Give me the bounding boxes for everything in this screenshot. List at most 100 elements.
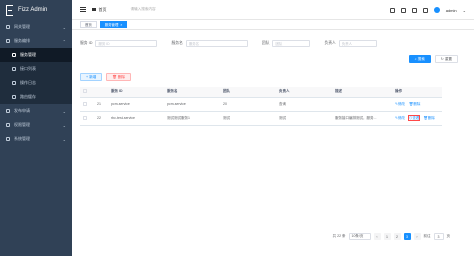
delete-link-label: 删除 (427, 115, 435, 120)
table-row: 21 pcm-service pcm-service 20 查询 ✎修改 🗑删除 (80, 97, 442, 112)
page-size-select[interactable]: 10条/页 (348, 233, 371, 240)
cell-team: 测试 (220, 111, 276, 126)
page-size-value: 10条/页 (351, 234, 364, 238)
row-checkbox[interactable] (83, 115, 87, 120)
delete-link[interactable]: 🗑删除 (423, 116, 434, 120)
next-page-button[interactable]: › (413, 233, 421, 240)
fullscreen-icon[interactable] (389, 7, 395, 13)
cell-service-id: rbc-test-service (108, 111, 164, 126)
theme-icon[interactable] (422, 7, 428, 13)
sidebar-item-api-list[interactable]: 接口列表 (0, 62, 72, 76)
navbar-right: admin ⌄ (389, 0, 466, 20)
avatar[interactable] (433, 7, 440, 13)
goto-unit: 页 (446, 234, 451, 238)
sidebar-item-system[interactable]: 系统管理 ⌄ (0, 132, 72, 146)
select-all-checkbox[interactable] (83, 89, 87, 94)
table-row: 22 rbc-test-service 测试测试服务1 测试 测试 服务接口编排… (80, 111, 442, 126)
close-icon[interactable]: × (120, 23, 122, 27)
cell-desc (332, 97, 392, 112)
table-header: 服务 ID 服务名 团队 负责人 描述 操作 (80, 87, 442, 98)
sidebar-item-service-manage[interactable]: 服务管理 (0, 48, 72, 62)
owner-input[interactable]: 负责人 (338, 39, 377, 47)
service-name-label: 服务名 (171, 40, 183, 45)
reset-button[interactable]: ↻ 重置 (434, 55, 458, 63)
delete-button[interactable]: 🗑 删除 (106, 73, 132, 81)
row-index: 22 (94, 111, 108, 126)
sidebar-item-route-cache[interactable]: 路由缓存 (0, 90, 72, 104)
submenu: 服务管理 接口列表 操作日志 路由缓存 (0, 48, 72, 104)
sidebar-item-release[interactable]: 发布申请 ⌄ (0, 104, 72, 118)
tag-home[interactable]: 首页 (80, 21, 97, 28)
team-input[interactable]: 团队 (272, 39, 311, 47)
search-button[interactable]: ⌕ 搜索 (408, 55, 431, 63)
chevron-up-icon: ⌃ (62, 38, 66, 44)
page-button-current[interactable]: 3 (403, 233, 411, 240)
edit-link-label: 修改 (397, 115, 405, 120)
breadcrumb-home[interactable]: 首页 (99, 7, 107, 13)
bell-icon[interactable] (411, 7, 417, 13)
service-id-label: 服务 ID (80, 40, 93, 45)
gateway-icon (6, 25, 10, 29)
sidebar-item-permission[interactable]: 权限管理 ⌄ (0, 118, 72, 132)
sidebar-item-gateway[interactable]: 网关管理 ⌄ (0, 20, 72, 34)
service-name-input[interactable]: 服务名 (185, 39, 248, 47)
sidebar-item-label: 路由缓存 (20, 94, 36, 99)
goto-page-input[interactable]: 3 (433, 233, 444, 240)
header-search-input[interactable]: 请输入搜索内容 (131, 7, 156, 12)
cache-icon (12, 95, 16, 99)
edit-link-label: 修改 (397, 101, 405, 106)
chevron-down-icon: ⌄ (62, 136, 66, 142)
sidebar-item-label: 网关管理 (14, 24, 30, 29)
sidebar-item-label: 系统管理 (14, 136, 30, 141)
page-button[interactable]: 2 (393, 233, 401, 240)
cell-owner: 查询 (276, 97, 332, 112)
cell-actions: ✎修改 🗑删除 (392, 97, 442, 112)
row-select[interactable] (80, 97, 94, 112)
chevron-down-icon: ⌄ (62, 24, 66, 30)
edit-link[interactable]: ✎修改 (395, 102, 405, 106)
goto-label: 前往 (423, 234, 431, 238)
cell-owner: 测试 (276, 111, 332, 126)
lock-icon[interactable] (400, 7, 406, 13)
page-button[interactable]: 1 (383, 233, 391, 240)
sidebar: Fizz Admin 网关管理 ⌄ 服务编排 ⌃ 服务管理 接口列表 操作日志 … (0, 0, 72, 256)
filter-form: 服务 ID 服务 ID 服务名 服务名 团队 团队 负责人 负责人 (80, 38, 466, 48)
service-icon (12, 53, 16, 57)
add-button[interactable]: + 新增 (80, 73, 103, 81)
col-index (94, 87, 108, 98)
tag-label: 首页 (85, 23, 92, 27)
username[interactable]: admin (446, 8, 457, 13)
sidebar-item-label: 接口列表 (20, 66, 36, 71)
sidebar-item-label: 操作日志 (20, 80, 36, 85)
list-icon (12, 67, 16, 71)
service-id-input[interactable]: 服务 ID (95, 39, 158, 47)
app-title: Fizz Admin (18, 7, 48, 13)
sidebar-item-oplog[interactable]: 操作日志 (0, 76, 72, 90)
cell-desc: 服务接口编排测试，服务... (332, 111, 392, 126)
main-content: 服务 ID 服务 ID 服务名 服务名 团队 团队 负责人 负责人 (72, 30, 474, 256)
view-link[interactable]: ⊙查看 (407, 114, 421, 121)
chevron-down-icon[interactable]: ⌄ (463, 8, 466, 13)
toolbar: + 新增 🗑 删除 (80, 73, 132, 81)
owner-label: 负责人 (324, 40, 336, 45)
delete-button-label: 删除 (117, 74, 126, 79)
tag-service-manage[interactable]: 服务管理 × (99, 21, 128, 28)
select-all-cell[interactable] (80, 87, 94, 98)
sidebar-item-orchestration[interactable]: 服务编排 ⌃ (0, 34, 72, 48)
delete-link[interactable]: 🗑删除 (409, 102, 420, 106)
cell-service-id: pcm-service (108, 97, 164, 112)
row-select[interactable] (80, 111, 94, 126)
edit-link[interactable]: ✎修改 (395, 116, 405, 120)
log-icon (12, 81, 16, 85)
breadcrumb: 首页 (92, 7, 107, 13)
cell-team: 20 (220, 97, 276, 112)
hamburger-icon[interactable] (80, 6, 86, 13)
col-desc: 描述 (332, 87, 392, 98)
prev-page-button[interactable]: ‹ (373, 233, 381, 240)
cell-actions: ✎修改 ⊙查看 🗑删除 (392, 111, 442, 126)
orchestration-icon (6, 39, 10, 43)
row-checkbox[interactable] (83, 101, 87, 106)
filter-actions: ⌕ 搜索 ↻ 重置 (408, 55, 458, 63)
sidebar-item-label: 权限管理 (14, 122, 30, 127)
cell-service-name: 测试测试服务1 (164, 111, 220, 126)
